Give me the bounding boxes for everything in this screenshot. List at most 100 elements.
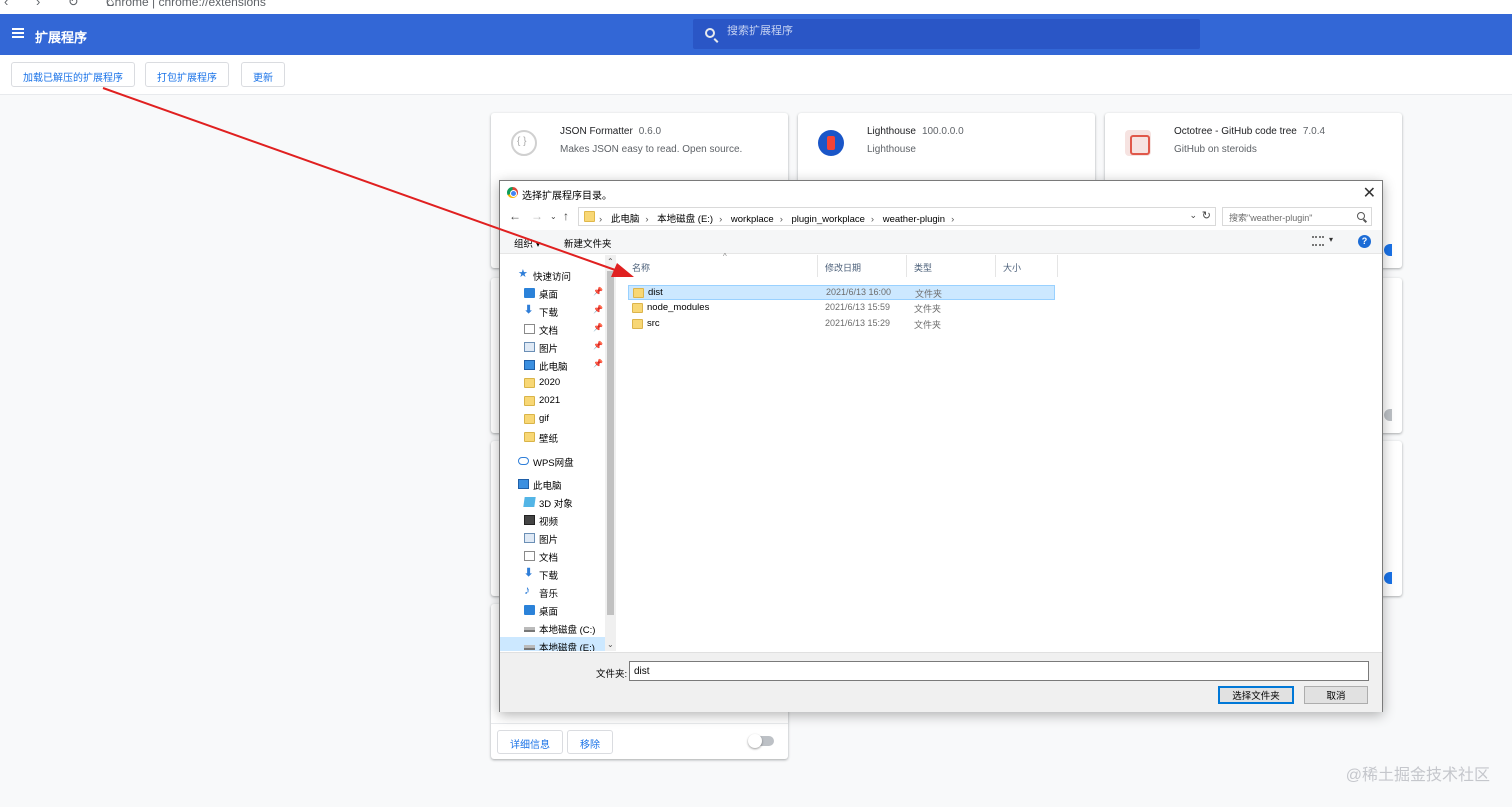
enable-toggle[interactable]	[1384, 244, 1392, 256]
address-bar[interactable]: › 此电脑 › 本地磁盘 (E:) › workplace › plugin_work…	[578, 207, 1216, 226]
enable-toggle[interactable]	[1384, 409, 1392, 421]
nav-item-downloads-pc[interactable]: ⬇ 下载	[500, 565, 605, 583]
document-icon	[524, 551, 535, 561]
nav-item-desktop-pc[interactable]: 桌面	[500, 601, 605, 619]
scrollbar-thumb[interactable]	[607, 271, 614, 615]
extensions-search-input[interactable]	[727, 25, 1127, 37]
nav-item-3d-objects[interactable]: 3D 对象	[500, 493, 605, 511]
star-icon: ★	[518, 268, 528, 280]
folder-search-box[interactable]: 搜索"weather-plugin"	[1222, 207, 1372, 226]
hamburger-menu-icon[interactable]	[12, 28, 24, 38]
enable-toggle[interactable]	[1384, 572, 1392, 584]
search-icon	[1357, 212, 1365, 220]
folder-search-placeholder: 搜索"weather-plugin"	[1229, 213, 1313, 223]
extension-description: Makes JSON easy to read. Open source.	[560, 144, 743, 155]
extension-name: JSON Formatter	[560, 126, 633, 137]
navigation-scrollbar[interactable]: ⌃ ⌄	[605, 255, 616, 651]
extensions-search-box[interactable]	[693, 19, 1200, 49]
enable-toggle[interactable]	[748, 734, 774, 748]
drive-icon	[524, 645, 535, 650]
details-button[interactable]: 详细信息	[497, 730, 563, 754]
nav-item-pictures[interactable]: 图片 📌	[500, 338, 605, 356]
extension-name: Lighthouse	[867, 126, 916, 137]
select-folder-button[interactable]: 选择文件夹	[1218, 686, 1294, 704]
search-icon	[705, 28, 715, 38]
column-header-size[interactable]: 大小	[996, 255, 1058, 277]
up-arrow-icon[interactable]: ↑	[563, 209, 569, 223]
cancel-button[interactable]: 取消	[1304, 686, 1368, 704]
download-icon: ⬇	[524, 567, 534, 579]
chevron-down-icon[interactable]: ⌄	[607, 640, 614, 649]
page-title: 扩展程序	[35, 30, 88, 45]
nav-item-pictures-pc[interactable]: 图片	[500, 529, 605, 547]
extension-version: 0.6.0	[638, 126, 662, 137]
pack-extension-button[interactable]: 打包扩展程序	[145, 62, 229, 87]
browser-top-strip: ‹ › ↻ ⌂ Chrome | chrome://extensions	[0, 0, 1512, 14]
nav-item-label: 下载	[539, 571, 559, 582]
pin-icon: 📌	[593, 359, 603, 368]
music-icon: ♪	[524, 583, 530, 597]
breadcrumb-item[interactable]: plugin_workplace	[792, 214, 865, 225]
desktop-icon	[524, 288, 535, 298]
nav-item-label: gif	[539, 413, 550, 424]
nav-item-desktop[interactable]: 桌面 📌	[500, 284, 605, 302]
load-unpacked-button[interactable]: 加载已解压的扩展程序	[11, 62, 135, 87]
nav-item-label: 此电脑	[539, 362, 568, 373]
remove-button[interactable]: 移除	[567, 730, 613, 754]
navigation-pane: ★ 快速访问 桌面 📌 ⬇ 下载 📌 文档 📌 图片 📌 此电脑 📌 2020 2021 gi…	[500, 255, 616, 651]
file-type: 文件夹	[914, 304, 942, 314]
help-icon[interactable]: ?	[1358, 235, 1371, 248]
column-header-name[interactable]: 名称 ^	[625, 252, 818, 277]
nav-item-folder-gif[interactable]: gif	[500, 410, 605, 428]
chevron-down-icon[interactable]: ▾	[1329, 235, 1333, 244]
nav-item-quick-access[interactable]: ★ 快速访问	[500, 266, 605, 284]
nav-item-folder-wallpaper[interactable]: 壁纸	[500, 428, 605, 446]
nav-item-label: WPS网盘	[533, 458, 574, 469]
address-row: ← → ⌄ ↑ › 此电脑 › 本地磁盘 (E:) › workplace › plu…	[500, 206, 1382, 228]
folder-name-input[interactable]	[629, 661, 1369, 681]
file-date: 2021/6/13 15:29	[825, 318, 891, 328]
breadcrumb-item[interactable]: workplace	[731, 214, 774, 225]
browser-url[interactable]: Chrome | chrome://extensions	[106, 0, 266, 9]
folder-icon	[632, 303, 643, 313]
folder-icon	[524, 396, 535, 406]
chevron-up-icon[interactable]: ⌃	[607, 257, 614, 266]
card-actions: 详细信息 移除	[491, 723, 788, 759]
file-row-src[interactable]: src 2021/6/13 15:29 文件夹	[628, 317, 1055, 332]
octotree-icon	[1125, 130, 1151, 156]
extension-description: Lighthouse	[867, 144, 916, 155]
nav-item-music[interactable]: ♪ 音乐	[500, 583, 605, 601]
nav-item-documents[interactable]: 文档 📌	[500, 320, 605, 338]
nav-item-drive-e[interactable]: 本地磁盘 (E:)	[500, 637, 605, 651]
refresh-icon[interactable]: ↻	[1202, 209, 1211, 222]
nav-item-videos[interactable]: 视频	[500, 511, 605, 529]
back-arrow-icon[interactable]: ←	[509, 209, 521, 223]
nav-item-this-pc[interactable]: 此电脑	[500, 475, 605, 493]
column-header-type[interactable]: 类型	[907, 255, 996, 277]
forward-arrow-icon[interactable]: →	[531, 209, 543, 223]
breadcrumb-item[interactable]: 本地磁盘 (E:)	[657, 214, 713, 225]
nav-item-documents-pc[interactable]: 文档	[500, 547, 605, 565]
file-type: 文件夹	[914, 320, 942, 330]
organize-menu[interactable]: 组织 ▾	[514, 236, 540, 250]
breadcrumb-item[interactable]: weather-plugin	[883, 214, 945, 225]
close-icon[interactable]: ✕	[1363, 183, 1376, 203]
nav-item-wps-cloud[interactable]: WPS网盘	[500, 452, 605, 470]
nav-item-this-pc-pinned[interactable]: 此电脑 📌	[500, 356, 605, 374]
document-icon	[524, 324, 535, 334]
view-options-icon[interactable]	[1312, 236, 1324, 246]
chevron-down-icon[interactable]: ⌄	[1189, 210, 1197, 221]
nav-item-downloads[interactable]: ⬇ 下载 📌	[500, 302, 605, 320]
nav-item-folder-2021[interactable]: 2021	[500, 392, 605, 410]
recent-locations-icon[interactable]: ⌄	[550, 212, 557, 221]
dialog-titlebar: 选择扩展程序目录。 ✕	[500, 181, 1382, 205]
nav-item-folder-2020[interactable]: 2020	[500, 374, 605, 392]
chrome-icon	[507, 187, 518, 198]
new-folder-button[interactable]: 新建文件夹	[564, 236, 612, 250]
file-row-node-modules[interactable]: node_modules 2021/6/13 15:59 文件夹	[628, 301, 1055, 316]
update-button[interactable]: 更新	[241, 62, 285, 87]
column-header-date[interactable]: 修改日期	[818, 255, 907, 277]
nav-item-drive-c[interactable]: 本地磁盘 (C:)	[500, 619, 605, 637]
breadcrumb-item[interactable]: 此电脑	[611, 214, 640, 225]
file-row-dist[interactable]: dist 2021/6/13 16:00 文件夹	[628, 285, 1055, 300]
